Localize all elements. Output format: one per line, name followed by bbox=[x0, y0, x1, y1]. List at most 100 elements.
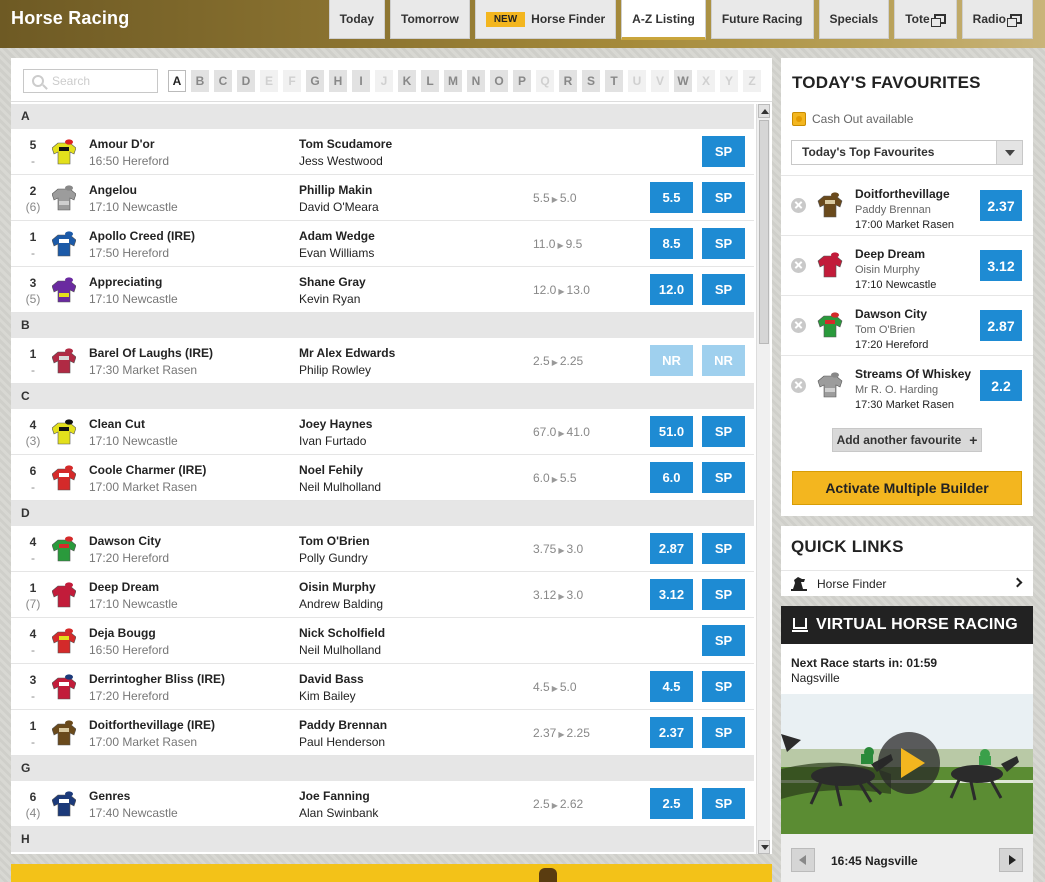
sp-button[interactable]: SP bbox=[702, 182, 745, 213]
tab-radio[interactable]: Radio bbox=[961, 0, 1033, 39]
letter-filter-k[interactable]: K bbox=[398, 70, 416, 92]
race-time-venue[interactable]: 17:10 Newcastle bbox=[89, 200, 178, 214]
sp-button[interactable]: SP bbox=[702, 274, 745, 305]
race-time-venue[interactable]: 17:40 Newcastle bbox=[89, 806, 178, 820]
tab-a-z-listing[interactable]: A-Z Listing bbox=[621, 0, 706, 40]
horse-name[interactable]: Dawson City bbox=[89, 534, 161, 548]
horse-name[interactable]: Genres bbox=[89, 789, 130, 803]
sp-button[interactable]: SP bbox=[702, 136, 745, 167]
race-time-venue[interactable]: 17:00 Market Rasen bbox=[89, 480, 197, 494]
favourite-horse-name[interactable]: Streams Of Whiskey bbox=[855, 367, 971, 381]
next-race-button[interactable] bbox=[999, 848, 1023, 872]
horse-name[interactable]: Derrintogher Bliss (IRE) bbox=[89, 672, 225, 686]
tab-tomorrow[interactable]: Tomorrow bbox=[390, 0, 470, 39]
letter-filter-w[interactable]: W bbox=[674, 70, 692, 92]
remove-favourite-icon[interactable] bbox=[791, 318, 806, 333]
race-time-venue[interactable]: 17:10 Newcastle bbox=[89, 434, 178, 448]
letter-filter-c[interactable]: C bbox=[214, 70, 232, 92]
runner-row[interactable]: 3 (5) Appreciating 17:10 Newcastle Shane Gra… bbox=[11, 267, 754, 313]
favourite-odds-button[interactable]: 2.87 bbox=[980, 310, 1022, 341]
remove-favourite-icon[interactable] bbox=[791, 198, 806, 213]
tab-tote[interactable]: Tote bbox=[894, 0, 957, 39]
odds-button[interactable]: 2.87 bbox=[650, 533, 693, 564]
sp-button[interactable]: SP bbox=[702, 533, 745, 564]
favourite-horse-name[interactable]: Doitforthevillage bbox=[855, 187, 950, 201]
horse-name[interactable]: Deep Dream bbox=[89, 580, 159, 594]
tab-specials[interactable]: Specials bbox=[818, 0, 890, 39]
race-time-venue[interactable]: 17:20 Hereford bbox=[89, 689, 169, 703]
sp-button[interactable]: SP bbox=[702, 416, 745, 447]
remove-favourite-icon[interactable] bbox=[791, 378, 806, 393]
favourites-select[interactable]: Today's Top Favourites bbox=[791, 140, 1023, 165]
odds-button[interactable]: 2.5 bbox=[650, 788, 693, 819]
odds-button[interactable]: 3.12 bbox=[650, 579, 693, 610]
favourite-odds-button[interactable]: 2.37 bbox=[980, 190, 1022, 221]
horse-name[interactable]: Barel Of Laughs (IRE) bbox=[89, 346, 213, 360]
search-box[interactable] bbox=[23, 69, 158, 93]
letter-filter-h[interactable]: H bbox=[329, 70, 347, 92]
letter-filter-r[interactable]: R bbox=[559, 70, 577, 92]
tab-future-racing[interactable]: Future Racing bbox=[710, 0, 814, 39]
runner-row[interactable]: 2 (6) Angelou 17:10 Newcastle Phillip Makin D… bbox=[11, 175, 754, 221]
letter-filter-b[interactable]: B bbox=[191, 70, 209, 92]
sp-button[interactable]: SP bbox=[702, 579, 745, 610]
previous-race-button[interactable] bbox=[791, 848, 815, 872]
letter-filter-i[interactable]: I bbox=[352, 70, 370, 92]
odds-button[interactable]: 6.0 bbox=[650, 462, 693, 493]
scroll-thumb[interactable] bbox=[759, 120, 769, 344]
horse-name[interactable]: Appreciating bbox=[89, 275, 162, 289]
runner-row[interactable]: 4- Deja Bougg 16:50 Hereford Nick Scholfiel… bbox=[11, 618, 754, 664]
quick-link-horse-finder[interactable]: Horse Finder bbox=[781, 570, 1033, 596]
play-icon[interactable] bbox=[878, 732, 940, 794]
favourite-odds-button[interactable]: 3.12 bbox=[980, 250, 1022, 281]
sp-button[interactable]: SP bbox=[702, 788, 745, 819]
runner-row[interactable]: 1- Apollo Creed (IRE) 17:50 Hereford Adam W… bbox=[11, 221, 754, 267]
letter-filter-t[interactable]: T bbox=[605, 70, 623, 92]
runner-row[interactable]: 5- Amour D'or 16:50 Hereford Tom Scudamore J… bbox=[11, 129, 754, 175]
runner-row[interactable]: 1- Doitforthevillage (IRE) 17:00 Market Ra… bbox=[11, 710, 754, 756]
runner-row[interactable]: 4 (3) Clean Cut 17:10 Newcastle Joey Haynes I… bbox=[11, 409, 754, 455]
race-time-venue[interactable]: 17:10 Newcastle bbox=[89, 597, 178, 611]
favourite-horse-name[interactable]: Dawson City bbox=[855, 307, 927, 321]
runner-row[interactable]: 3- Derrintogher Bliss (IRE) 17:20 Hereford… bbox=[11, 664, 754, 710]
virtual-race-video[interactable] bbox=[781, 694, 1033, 834]
horse-name[interactable]: Apollo Creed (IRE) bbox=[89, 229, 195, 243]
letter-filter-a[interactable]: A bbox=[168, 70, 186, 92]
race-time-venue[interactable]: 17:50 Hereford bbox=[89, 246, 169, 260]
odds-button[interactable]: 4.5 bbox=[650, 671, 693, 702]
runner-row[interactable]: 1 (7) Deep Dream 17:10 Newcastle Oisin Murph… bbox=[11, 572, 754, 618]
letter-filter-g[interactable]: G bbox=[306, 70, 324, 92]
horse-name[interactable]: Amour D'or bbox=[89, 137, 155, 151]
scroll-down-arrow[interactable] bbox=[758, 840, 770, 854]
horse-name[interactable]: Clean Cut bbox=[89, 417, 145, 431]
tab-today[interactable]: Today bbox=[328, 0, 386, 39]
letter-filter-o[interactable]: O bbox=[490, 70, 508, 92]
runner-row[interactable]: 6 (4) Genres 17:40 Newcastle Joe Fanning Alan… bbox=[11, 781, 754, 827]
race-time-venue[interactable]: 17:10 Newcastle bbox=[89, 292, 178, 306]
horse-name[interactable]: Deja Bougg bbox=[89, 626, 156, 640]
chevron-down-icon[interactable] bbox=[996, 141, 1022, 164]
horse-name[interactable]: Angelou bbox=[89, 183, 137, 197]
letter-filter-l[interactable]: L bbox=[421, 70, 439, 92]
letter-filter-s[interactable]: S bbox=[582, 70, 600, 92]
odds-button[interactable]: 12.0 bbox=[650, 274, 693, 305]
runner-row[interactable]: 6- Coole Charmer (IRE) 17:00 Market Rasen N… bbox=[11, 455, 754, 501]
sp-button[interactable]: SP bbox=[702, 228, 745, 259]
sp-button[interactable]: SP bbox=[702, 462, 745, 493]
sp-button[interactable]: SP bbox=[702, 625, 745, 656]
runner-row[interactable]: 1- Barel Of Laughs (IRE) 17:30 Market Rase… bbox=[11, 338, 754, 384]
add-favourite-button[interactable]: Add another favourite + bbox=[832, 428, 982, 452]
runner-row[interactable]: 4- Dawson City 17:20 Hereford Tom O'Brien Po… bbox=[11, 526, 754, 572]
scroll-up-arrow[interactable] bbox=[758, 104, 770, 118]
search-input[interactable] bbox=[52, 73, 152, 89]
promo-banner[interactable] bbox=[11, 864, 772, 882]
list-scrollbar[interactable] bbox=[756, 104, 770, 854]
race-time-venue[interactable]: 16:50 Hereford bbox=[89, 154, 169, 168]
race-time-venue[interactable]: 16:50 Hereford bbox=[89, 643, 169, 657]
letter-filter-m[interactable]: M bbox=[444, 70, 462, 92]
activate-multiple-builder-button[interactable]: Activate Multiple Builder bbox=[792, 471, 1022, 505]
remove-favourite-icon[interactable] bbox=[791, 258, 806, 273]
letter-filter-p[interactable]: P bbox=[513, 70, 531, 92]
sp-button[interactable]: SP bbox=[702, 671, 745, 702]
letter-filter-d[interactable]: D bbox=[237, 70, 255, 92]
